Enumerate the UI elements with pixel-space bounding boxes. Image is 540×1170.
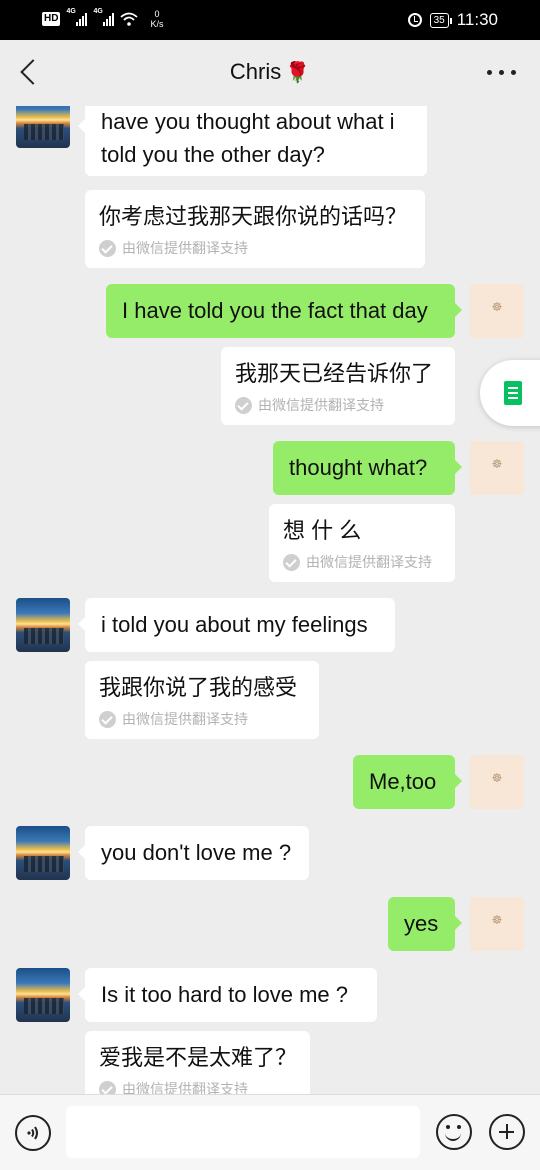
check-icon: [235, 396, 252, 414]
translation-card[interactable]: 我那天已经告诉你了 由微信提供翻译支持: [221, 347, 455, 425]
translation-text: 想 什 么: [283, 518, 362, 543]
translation-note: 由微信提供翻译支持: [283, 552, 441, 572]
translation-text: 你考虑过我那天跟你说的话吗？: [99, 204, 408, 229]
network-type-label: 4G: [66, 8, 76, 15]
message-input[interactable]: [66, 1106, 420, 1158]
cell-signal-icon-2: 4G: [93, 8, 115, 26]
message-bubble-incoming[interactable]: have you thought about what i told you t…: [78, 106, 427, 176]
sound-wave-icon: [27, 1126, 38, 1140]
chat-header: Chris 🌹: [0, 40, 540, 106]
check-icon: [99, 1080, 116, 1094]
battery-icon: 35: [429, 12, 452, 28]
contact-name: Chris: [229, 59, 282, 84]
check-icon: [99, 239, 116, 257]
check-icon: [283, 553, 300, 571]
message-bubble-incoming[interactable]: you don't love me ?: [78, 826, 309, 880]
contact-avatar[interactable]: [16, 826, 70, 880]
status-time: 11:30: [456, 10, 498, 29]
floating-document-button[interactable]: [480, 360, 540, 426]
cell-signal-icon: 4G: [66, 8, 88, 26]
network-type-label-2: 4G: [93, 8, 103, 15]
translation-note: 由微信提供翻译支持: [99, 1079, 296, 1094]
translation-card[interactable]: 我跟你说了我的感受 由微信提供翻译支持: [85, 661, 319, 739]
status-left: HD 4G 4G 0 K/s: [42, 8, 163, 29]
translation-text: 我跟你说了我的感受: [99, 675, 298, 700]
message-bubble-outgoing[interactable]: I have told you the fact that day: [106, 284, 462, 338]
chat-title: Chris 🌹: [0, 59, 540, 85]
translation-text: 我那天已经告诉你了: [235, 361, 434, 386]
contact-avatar[interactable]: [16, 968, 70, 1022]
emoji-icon[interactable]: [436, 1114, 472, 1150]
net-speed-value: 0: [154, 9, 160, 19]
translation-note: 由微信提供翻译支持: [99, 238, 411, 258]
voice-input-icon[interactable]: [15, 1115, 51, 1151]
input-bar: [0, 1094, 540, 1170]
translation-note-text: 由微信提供翻译支持: [306, 554, 432, 570]
message-bubble-incoming[interactable]: Is it too hard to love me ?: [78, 968, 377, 1022]
translation-note-text: 由微信提供翻译支持: [122, 711, 248, 727]
translation-card[interactable]: 想 什 么 由微信提供翻译支持: [269, 504, 455, 582]
message-bubble-incoming[interactable]: i told you about my feelings: [78, 598, 395, 652]
my-avatar[interactable]: [470, 897, 524, 951]
document-icon: [504, 381, 522, 405]
my-avatar[interactable]: [470, 755, 524, 809]
contact-avatar[interactable]: [16, 598, 70, 652]
message-bubble-outgoing[interactable]: thought what?: [273, 441, 462, 495]
wifi-icon: [120, 12, 139, 26]
my-avatar[interactable]: [470, 284, 524, 338]
net-speed-unit: K/s: [150, 19, 164, 29]
translation-note: 由微信提供翻译支持: [235, 395, 441, 415]
message-bubble-outgoing[interactable]: Me,too: [353, 755, 462, 809]
translation-note-text: 由微信提供翻译支持: [122, 240, 248, 256]
contact-avatar[interactable]: [16, 106, 70, 148]
translation-note: 由微信提供翻译支持: [99, 709, 305, 729]
hd-voice-icon: HD: [42, 12, 61, 26]
alarm-icon: [407, 13, 422, 27]
status-bar: HD 4G 4G 0 K/s 35 11:30: [0, 0, 540, 40]
translation-note-text: 由微信提供翻译支持: [258, 397, 384, 413]
rose-emoji: 🌹: [285, 62, 311, 84]
net-speed: 0 K/s: [150, 9, 163, 29]
status-right: 35 11:30: [407, 10, 498, 30]
message-bubble-outgoing[interactable]: yes: [388, 897, 462, 951]
chat-messages[interactable]: have you thought about what i told you t…: [0, 106, 540, 1094]
check-icon: [99, 710, 116, 728]
translation-card[interactable]: 爱我是不是太难了？ 由微信提供翻译支持: [85, 1031, 310, 1094]
translation-text: 爱我是不是太难了？: [99, 1045, 298, 1070]
my-avatar[interactable]: [470, 441, 524, 495]
plus-icon[interactable]: [489, 1114, 525, 1150]
translation-card[interactable]: 你考虑过我那天跟你说的话吗？ 由微信提供翻译支持: [85, 190, 425, 268]
translation-note-text: 由微信提供翻译支持: [122, 1081, 248, 1094]
more-options-icon[interactable]: [487, 70, 516, 75]
